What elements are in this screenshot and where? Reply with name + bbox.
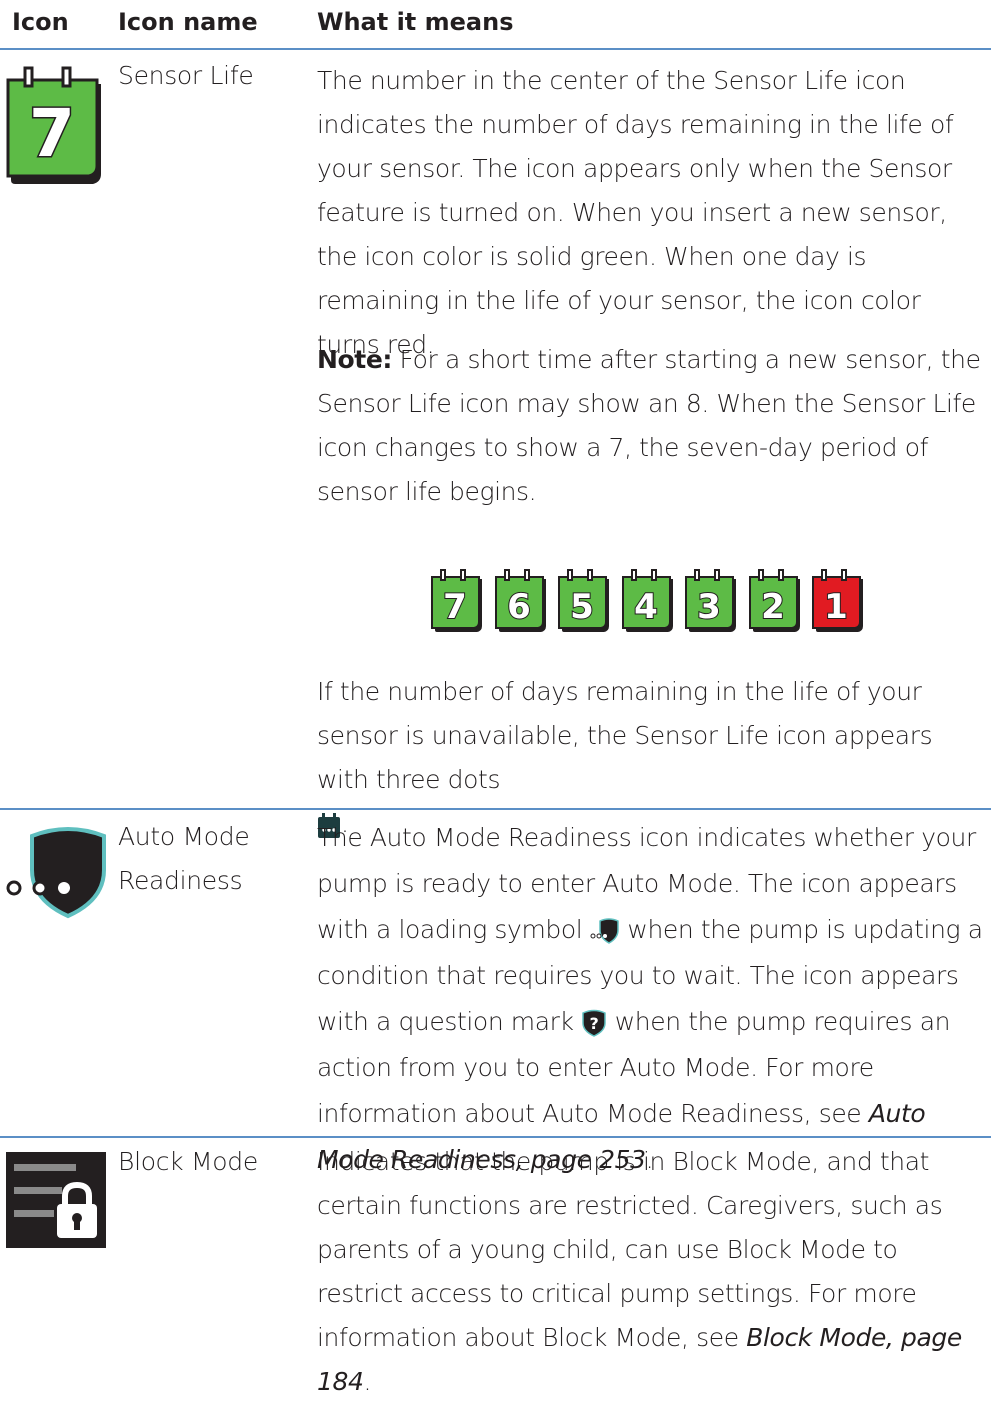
header-icon: Icon <box>12 8 69 36</box>
sensor-life-day-number: 3 <box>697 587 721 627</box>
sensor-life-day-number: 4 <box>634 587 658 627</box>
sensor-life-number: 7 <box>29 95 75 172</box>
header-divider <box>0 48 991 50</box>
sensor-life-day-number: 6 <box>507 587 531 627</box>
sensor-life-note: Note: For a short time after starting a … <box>317 338 983 514</box>
sensor-life-day-6-icon: 6 <box>494 569 546 632</box>
sensor-life-day-5-icon: 5 <box>558 569 609 632</box>
sensor-life-day-4-icon: 4 <box>621 569 673 632</box>
block-mode-icon <box>6 1152 106 1248</box>
sensor-life-day-number: 5 <box>570 587 594 627</box>
loading-symbol-icon <box>590 918 619 944</box>
question-mark-icon: ? <box>582 1009 606 1037</box>
auto-mode-readiness-icon <box>6 827 106 919</box>
sensor-life-day-7-icon: 7 <box>431 569 482 632</box>
row-name-block-mode: Block Mode <box>118 1147 258 1176</box>
sensor-life-day-3-icon: 3 <box>685 569 736 632</box>
sensor-life-day-number: 2 <box>761 587 785 627</box>
sensor-life-icon: 7 <box>6 66 101 184</box>
row-desc-sensor-life: The number in the center of the Sensor L… <box>317 59 983 367</box>
note-label: Note: <box>317 345 393 374</box>
svg-text:?: ? <box>590 1014 599 1033</box>
sensor-life-day-number: 7 <box>443 587 467 627</box>
note-text: For a short time after starting a new se… <box>317 345 981 506</box>
row-divider-1 <box>0 808 991 810</box>
row-name-sensor-life: Sensor Life <box>118 61 254 90</box>
sensor-life-day-2-icon: 2 <box>748 569 800 632</box>
row-desc-block-mode: Indicates that the pump is in Block Mode… <box>317 1147 962 1396</box>
unavailable-text: If the number of days remaining in the l… <box>317 677 933 794</box>
header-icon-name: Icon name <box>118 8 258 36</box>
sensor-life-sequence: 7654321 <box>430 568 870 634</box>
sensor-life-day-1-icon: 1 <box>812 569 863 632</box>
row-desc-auto-mode-readiness: The Auto Mode Readiness icon indicates w… <box>317 823 983 1174</box>
sensor-life-description: The number in the center of the Sensor L… <box>317 66 954 359</box>
sensor-life-day-number: 1 <box>824 587 848 627</box>
row-name-auto-mode-readiness: Auto Mode Readiness <box>118 822 250 895</box>
header-what-it-means: What it means <box>317 8 514 36</box>
row-divider-2 <box>0 1136 991 1138</box>
